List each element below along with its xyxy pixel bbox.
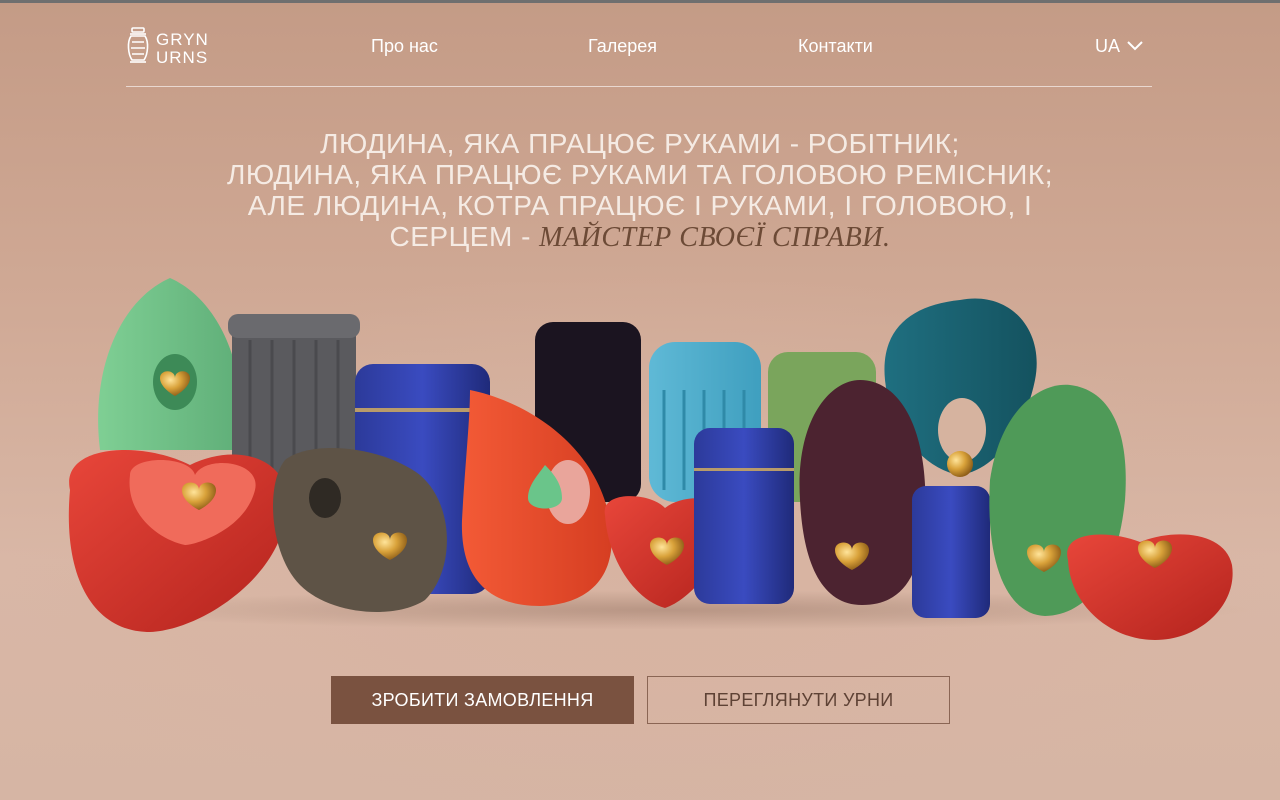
logo-line-1: GRYN [156,29,209,49]
quote-line-3: АЛЕ ЛЮДИНА, КОТРА ПРАЦЮЄ І РУКАМИ, І ГОЛ… [247,190,1033,221]
urn-navy-medium [694,428,794,604]
nav-contacts[interactable]: Контакти [798,36,873,57]
logo[interactable]: GRYN URNS [126,26,209,71]
urn-icon [126,26,150,71]
language-label: UA [1094,36,1120,56]
quote-line-1: ЛЮДИНА, ЯКА ПРАЦЮЄ РУКАМИ - РОБІТНИК; [320,128,960,159]
nav-about[interactable]: Про нас [371,36,438,57]
logo-text: GRYN URNS [156,29,209,67]
order-button[interactable]: ЗРОБИТИ ЗАМОВЛЕННЯ [331,676,634,724]
header-divider [126,86,1152,87]
language-selector[interactable]: UA [1095,36,1144,57]
urn-plum-wave [799,380,926,605]
site-header: GRYN URNS Про нас Галерея Контакти UA [126,22,1152,86]
quote-line-4: СЕРЦЕМ - МАЙСТЕР СВОЄЇ СПРАВИ. [140,221,1140,253]
view-urns-button[interactable]: ПЕРЕГЛЯНУТИ УРНИ [647,676,950,724]
top-border [0,0,1280,3]
quote-line-4-prefix: СЕРЦЕМ - [389,221,540,252]
nav-gallery[interactable]: Галерея [588,36,657,57]
urn-navy-small [912,486,990,618]
chevron-down-icon [1126,36,1144,57]
quote-accent: МАЙСТЕР СВОЄЇ СПРАВИ. [539,222,891,253]
urns-hero-image [0,260,1280,660]
urns-illustration [68,278,1233,640]
hero-quote: ЛЮДИНА, ЯКА ПРАЦЮЄ РУКАМИ - РОБІТНИК; ЛЮ… [140,128,1140,253]
quote-line-2: ЛЮДИНА, ЯКА ПРАЦЮЄ РУКАМИ ТА ГОЛОВОЮ РЕМ… [226,159,1054,190]
logo-line-2: URNS [156,47,209,67]
